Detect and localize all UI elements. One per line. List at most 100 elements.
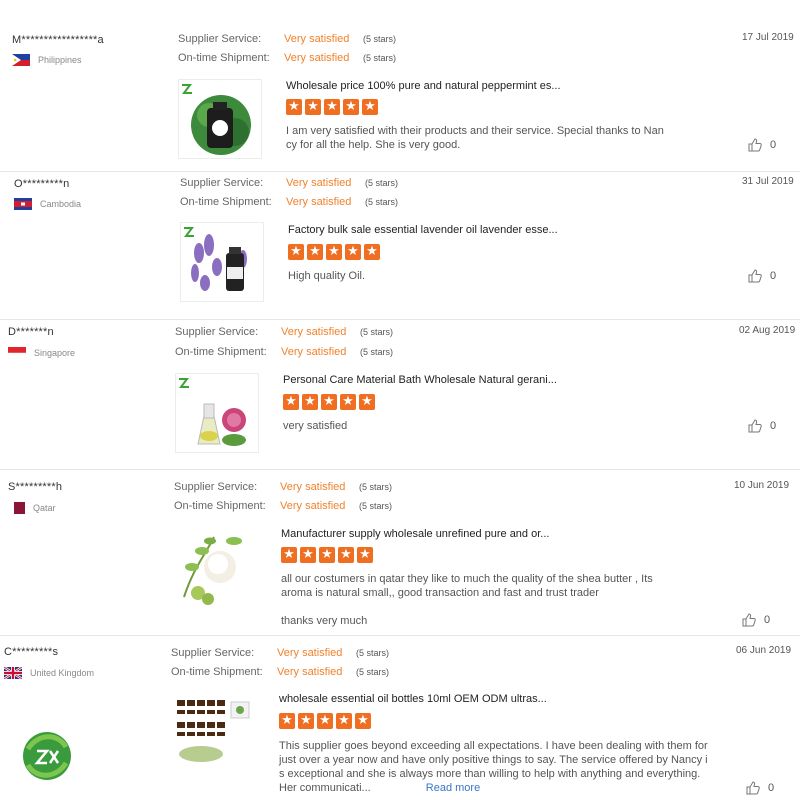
ontime-shipment-value: Very satisfied <box>277 666 343 678</box>
supplier-service-rating: Supplier Service: Very satisfied (5 star… <box>178 32 396 46</box>
ontime-shipment-value: Very satisfied <box>281 346 347 358</box>
supplier-service-stars: (5 stars) <box>365 178 399 188</box>
product-thumbnail[interactable] <box>175 373 259 453</box>
thumbs-up-icon <box>748 138 762 152</box>
star-icon <box>279 713 295 729</box>
philippines-flag-icon <box>12 54 30 66</box>
product-rating-stars <box>286 99 378 115</box>
comment-line <box>281 600 653 614</box>
ontime-shipment-value: Very satisfied <box>284 52 350 64</box>
supplier-service-value: Very satisfied <box>281 326 347 338</box>
read-more-link[interactable]: Read more <box>426 782 480 794</box>
ontime-shipment-value: Very satisfied <box>280 500 346 512</box>
supplier-service-value: Very satisfied <box>286 177 352 189</box>
review-date: 02 Aug 2019 <box>739 325 796 336</box>
ontime-shipment-rating: On-time Shipment: Very satisfied (5 star… <box>174 499 392 513</box>
singapore-flag-icon <box>8 347 26 359</box>
review-card: M*****************a Philippines Supplier… <box>0 26 800 172</box>
product-thumbnail[interactable] <box>180 222 264 302</box>
like-count: 0 <box>770 139 777 151</box>
review-card: D*******n Singapore Supplier Service: Ve… <box>0 320 800 470</box>
star-icon <box>326 244 342 260</box>
review-comment: High quality Oil. <box>288 269 365 283</box>
qatar-flag-icon <box>14 502 25 514</box>
helpful-like-button[interactable]: 0 <box>746 781 774 795</box>
product-title-link[interactable]: Wholesale price 100% pure and natural pe… <box>286 80 561 92</box>
product-rating-stars <box>283 394 375 410</box>
supplier-service-label: Supplier Service: <box>175 326 259 338</box>
comment-line: s exceptional and she is always more tha… <box>279 768 701 780</box>
comment-line: aroma is natural small,, good transactio… <box>281 587 599 599</box>
star-icon <box>359 394 375 410</box>
supplier-service-value: Very satisfied <box>284 33 350 45</box>
thumbs-up-icon <box>742 613 756 627</box>
supplier-service-rating: Supplier Service: Very satisfied (5 star… <box>180 176 398 190</box>
review-date: 06 Jun 2019 <box>736 645 792 656</box>
product-thumbnail[interactable] <box>174 527 258 607</box>
country-label: Qatar <box>33 503 56 513</box>
product-title-link[interactable]: Personal Care Material Bath Wholesale Na… <box>283 374 557 386</box>
like-count: 0 <box>764 614 771 626</box>
product-title-link[interactable]: wholesale essential oil bottles 10ml OEM… <box>279 693 547 705</box>
star-icon <box>288 244 304 260</box>
comment-line: just over a year now and have only posit… <box>279 754 708 766</box>
buyer-name: D*******n <box>8 326 54 338</box>
product-rating-stars <box>288 244 380 260</box>
ontime-shipment-label: On-time Shipment: <box>180 196 272 208</box>
supplier-service-label: Supplier Service: <box>171 647 255 659</box>
product-title-link[interactable]: Manufacturer supply wholesale unrefined … <box>281 528 549 540</box>
comment-line: thanks very much <box>281 615 368 627</box>
supplier-service-value: Very satisfied <box>280 481 346 493</box>
ontime-shipment-stars: (5 stars) <box>365 197 399 207</box>
helpful-like-button[interactable]: 0 <box>742 613 770 627</box>
ontime-shipment-label: On-time Shipment: <box>178 52 270 64</box>
helpful-like-button[interactable]: 0 <box>748 269 776 283</box>
star-icon <box>355 713 371 729</box>
star-icon <box>345 244 361 260</box>
review-date: 17 Jul 2019 <box>742 32 794 43</box>
product-title-link[interactable]: Factory bulk sale essential lavender oil… <box>288 224 558 236</box>
star-icon <box>307 244 323 260</box>
star-icon <box>357 547 373 563</box>
comment-line: all our costumers in qatar they like to … <box>281 573 653 585</box>
star-icon <box>338 547 354 563</box>
buyer-country: United Kingdom <box>4 667 94 679</box>
supplier-service-stars: (5 stars) <box>360 327 394 337</box>
buyer-country: Qatar <box>14 502 56 514</box>
ontime-shipment-label: On-time Shipment: <box>174 500 266 512</box>
star-icon <box>283 394 299 410</box>
review-card: S*********h Qatar Supplier Service: Very… <box>0 470 800 636</box>
supplier-service-value: Very satisfied <box>277 647 343 659</box>
product-rating-stars <box>281 547 373 563</box>
star-icon <box>286 99 302 115</box>
ontime-shipment-value: Very satisfied <box>286 196 352 208</box>
product-thumbnail[interactable] <box>171 692 255 772</box>
star-icon <box>321 394 337 410</box>
country-label: Singapore <box>34 348 76 358</box>
star-icon <box>300 547 316 563</box>
star-icon <box>324 99 340 115</box>
thumbs-up-icon <box>746 781 760 795</box>
thumbs-up-icon <box>748 269 762 283</box>
comment-line: High quality Oil. <box>288 270 366 282</box>
review-date: 10 Jun 2019 <box>734 480 790 491</box>
supplier-service-stars: (5 stars) <box>359 482 393 492</box>
ontime-shipment-stars: (5 stars) <box>363 53 397 63</box>
product-rating-stars <box>279 713 371 729</box>
supplier-service-stars: (5 stars) <box>356 648 390 658</box>
ontime-shipment-rating: On-time Shipment: Very satisfied (5 star… <box>171 665 389 679</box>
ontime-shipment-stars: (5 stars) <box>356 667 390 677</box>
helpful-like-button[interactable]: 0 <box>748 419 776 433</box>
star-icon <box>302 394 318 410</box>
buyer-country: Philippines <box>12 54 82 66</box>
helpful-like-button[interactable]: 0 <box>748 138 776 152</box>
ontime-shipment-rating: On-time Shipment: Very satisfied (5 star… <box>175 345 393 359</box>
star-icon <box>281 547 297 563</box>
star-icon <box>340 394 356 410</box>
star-icon <box>319 547 335 563</box>
product-thumbnail[interactable] <box>178 79 262 159</box>
thumbs-up-icon <box>748 419 762 433</box>
country-label: Cambodia <box>40 199 82 209</box>
ontime-shipment-stars: (5 stars) <box>360 347 394 357</box>
star-icon <box>362 99 378 115</box>
